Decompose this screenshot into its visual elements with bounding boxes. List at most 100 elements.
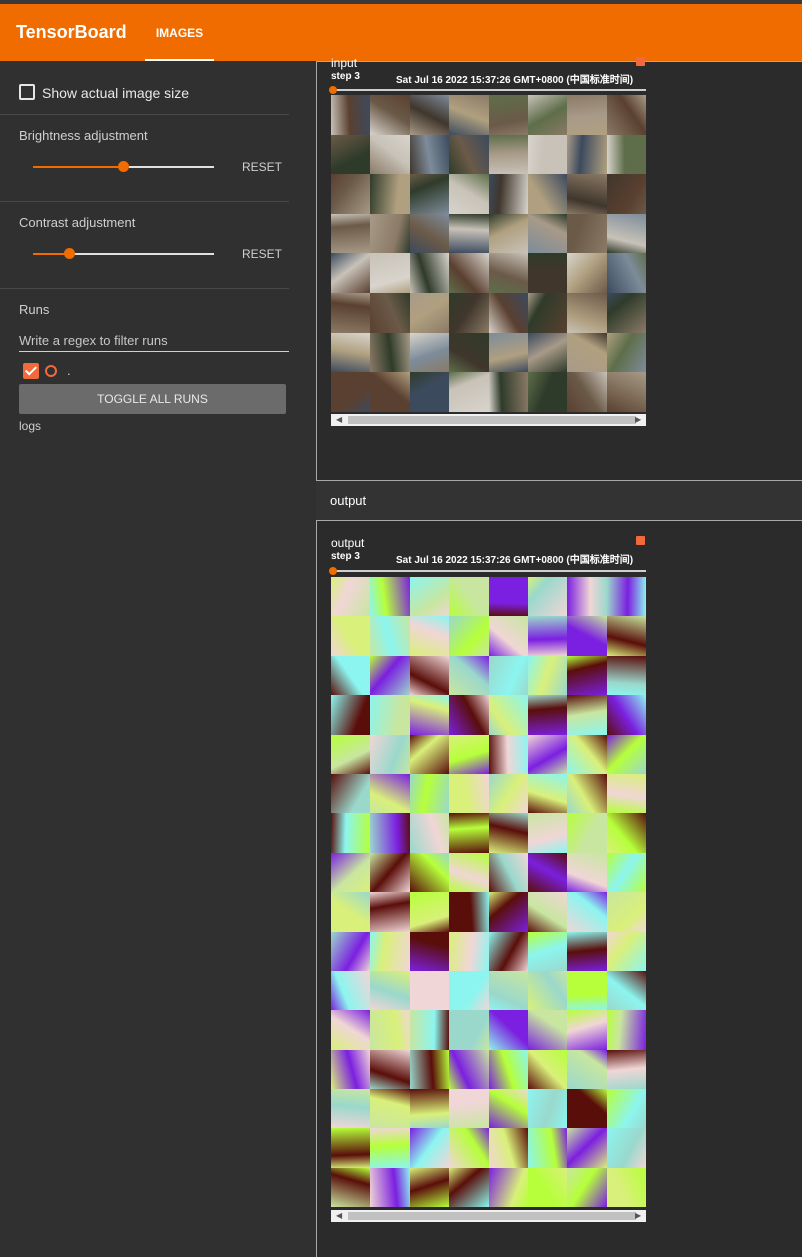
image-tile <box>449 253 489 293</box>
contrast-slider-thumb[interactable] <box>64 248 75 259</box>
image-tile <box>409 1128 450 1168</box>
image-tile <box>567 1128 607 1168</box>
image-tile <box>449 892 489 932</box>
image-tile <box>370 695 410 735</box>
brightness-slider-fill <box>33 166 124 168</box>
image-tile <box>331 577 371 617</box>
image-tile <box>449 1049 489 1090</box>
image-tile <box>370 1089 410 1129</box>
image-tile <box>409 695 450 735</box>
input-step-thumb[interactable] <box>329 86 337 94</box>
image-tile <box>527 1049 568 1090</box>
output-step-thumb[interactable] <box>329 567 337 575</box>
image-tile <box>409 616 450 656</box>
image-tile <box>567 1089 607 1129</box>
image-tile <box>331 773 371 814</box>
image-tile <box>370 892 410 932</box>
scroll-left-icon[interactable]: ◀ <box>336 1210 342 1222</box>
show-actual-size-checkbox[interactable] <box>19 84 35 100</box>
image-tile <box>409 734 450 774</box>
image-tile <box>606 1010 647 1050</box>
image-tile <box>527 773 568 814</box>
image-tile <box>567 174 607 214</box>
image-tile <box>606 577 647 617</box>
image-tile <box>567 813 607 853</box>
output-step-slider[interactable] <box>331 570 646 572</box>
image-tile <box>567 655 607 696</box>
image-tile <box>488 577 528 617</box>
output-scrollbar[interactable]: ◀ ▶ <box>331 1210 646 1222</box>
image-tile <box>488 655 528 696</box>
output-card-title: output <box>331 536 365 550</box>
image-tile <box>370 852 410 893</box>
image-tile <box>449 734 489 774</box>
image-tile <box>606 813 647 853</box>
image-tile <box>449 1010 489 1050</box>
image-tile <box>449 1089 489 1129</box>
brightness-slider-thumb[interactable] <box>118 161 129 172</box>
image-tile <box>606 174 647 214</box>
image-tile <box>527 253 568 293</box>
expand-icon[interactable] <box>636 536 645 545</box>
output-image-grid <box>331 577 647 1208</box>
image-tile <box>449 292 489 333</box>
image-tile <box>449 332 489 373</box>
image-tile <box>606 734 647 774</box>
image-tile <box>409 213 450 254</box>
image-tile <box>409 134 450 175</box>
image-tile <box>488 1128 528 1168</box>
image-tile <box>527 1128 568 1168</box>
image-tile <box>488 134 528 175</box>
image-tile <box>449 616 489 656</box>
image-tile <box>527 213 568 254</box>
scroll-right-icon[interactable]: ▶ <box>635 414 641 426</box>
image-tile <box>488 931 528 971</box>
image-tile <box>409 1089 450 1129</box>
image-tile <box>449 134 489 175</box>
input-scrollbar[interactable]: ◀ ▶ <box>331 414 646 426</box>
image-tile <box>527 292 568 333</box>
image-tile <box>370 134 410 175</box>
image-tile <box>488 773 528 814</box>
image-tile <box>409 931 450 971</box>
image-tile <box>488 372 528 412</box>
app-title[interactable]: TensorBoard <box>16 22 127 43</box>
image-tile <box>370 1167 410 1208</box>
image-tile <box>370 95 410 135</box>
image-tile <box>370 174 410 214</box>
image-tile <box>488 734 528 774</box>
image-tile <box>488 213 528 254</box>
expand-icon[interactable] <box>636 57 645 66</box>
image-tile <box>488 292 528 333</box>
toggle-all-runs-button[interactable]: TOGGLE ALL RUNS <box>19 384 286 414</box>
scroll-thumb[interactable] <box>348 1212 636 1220</box>
scroll-right-icon[interactable]: ▶ <box>635 1210 641 1222</box>
image-tile <box>449 655 489 696</box>
scroll-thumb[interactable] <box>348 416 636 424</box>
tab-images[interactable]: IMAGES <box>145 4 214 61</box>
image-tile <box>409 332 450 373</box>
image-tile <box>606 773 647 814</box>
image-tile <box>606 372 647 412</box>
output-section-header[interactable] <box>316 480 802 520</box>
image-tile <box>331 174 371 214</box>
image-tile <box>527 95 568 135</box>
image-tile <box>409 773 450 814</box>
input-step-slider[interactable] <box>331 89 646 91</box>
image-tile <box>527 931 568 971</box>
image-tile <box>449 852 489 893</box>
image-tile <box>567 616 607 656</box>
scroll-left-icon[interactable]: ◀ <box>336 414 342 426</box>
run-filter-input[interactable]: Write a regex to filter runs <box>19 333 168 348</box>
image-tile <box>409 174 450 214</box>
image-tile <box>370 970 410 1011</box>
image-tile <box>567 213 607 254</box>
run-checkbox[interactable] <box>23 363 39 379</box>
image-tile <box>331 1089 371 1129</box>
image-tile <box>606 1167 647 1208</box>
image-tile <box>370 577 410 617</box>
contrast-reset-button[interactable]: RESET <box>242 247 282 261</box>
image-tile <box>527 1010 568 1050</box>
image-tile <box>409 892 450 932</box>
brightness-reset-button[interactable]: RESET <box>242 160 282 174</box>
